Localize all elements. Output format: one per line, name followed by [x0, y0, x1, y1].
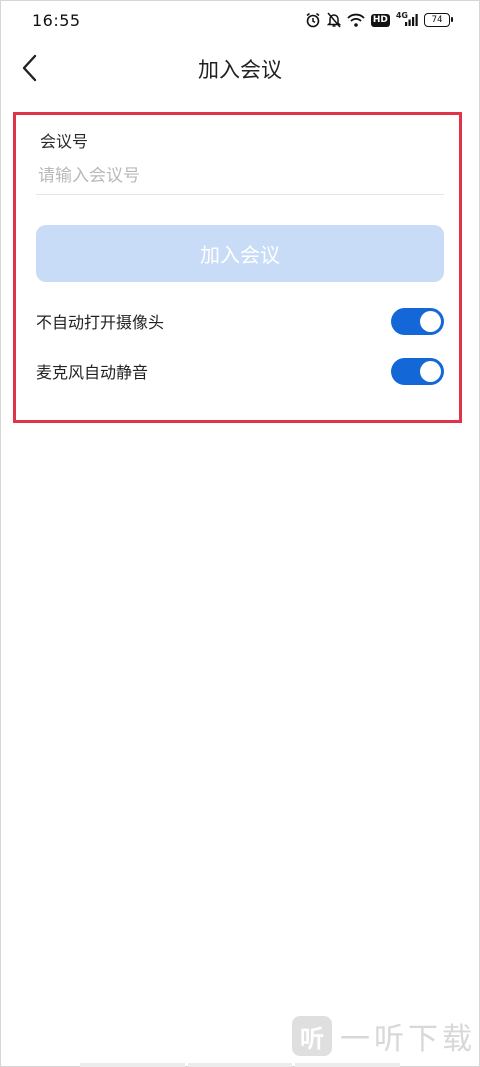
mute-bell-icon	[326, 12, 341, 28]
meeting-id-input[interactable]	[38, 160, 442, 192]
toggle-knob	[420, 310, 441, 332]
alarm-icon	[305, 12, 321, 28]
status-time: 16:55	[32, 11, 81, 30]
join-meeting-button[interactable]: 加入会议	[36, 225, 444, 282]
toggle-knob	[420, 360, 441, 382]
option-row-camera: 不自动打开摄像头	[36, 306, 444, 336]
watermark-text: 一听下载	[340, 1022, 476, 1057]
meeting-id-label: 会议号	[40, 132, 89, 151]
nav-segment	[187, 1063, 293, 1067]
camera-option-label: 不自动打开摄像头	[36, 313, 165, 332]
battery-icon: 74	[424, 13, 453, 27]
watermark-logo: 听	[292, 1016, 332, 1056]
header-bar: 加入会议	[0, 42, 480, 94]
page-title: 加入会议	[198, 58, 282, 82]
input-underline	[36, 194, 444, 195]
wifi-icon	[347, 13, 365, 27]
4g-signal-icon: 4G	[395, 11, 418, 27]
status-icons: HD 4G 74	[305, 10, 453, 30]
network-type-label: 4G	[395, 11, 408, 20]
microphone-toggle[interactable]	[391, 357, 444, 385]
microphone-option-label: 麦克风自动静音	[36, 363, 149, 382]
option-row-microphone: 麦克风自动静音	[36, 356, 444, 386]
watermark: 听 一听下载	[292, 1009, 476, 1063]
status-bar: 16:55 HD 4G 74	[0, 0, 480, 42]
camera-toggle[interactable]	[391, 307, 444, 335]
nav-segment	[295, 1063, 401, 1067]
hd-icon: HD	[370, 13, 390, 27]
bottom-nav-bar	[80, 1063, 401, 1067]
nav-segment	[80, 1063, 185, 1067]
